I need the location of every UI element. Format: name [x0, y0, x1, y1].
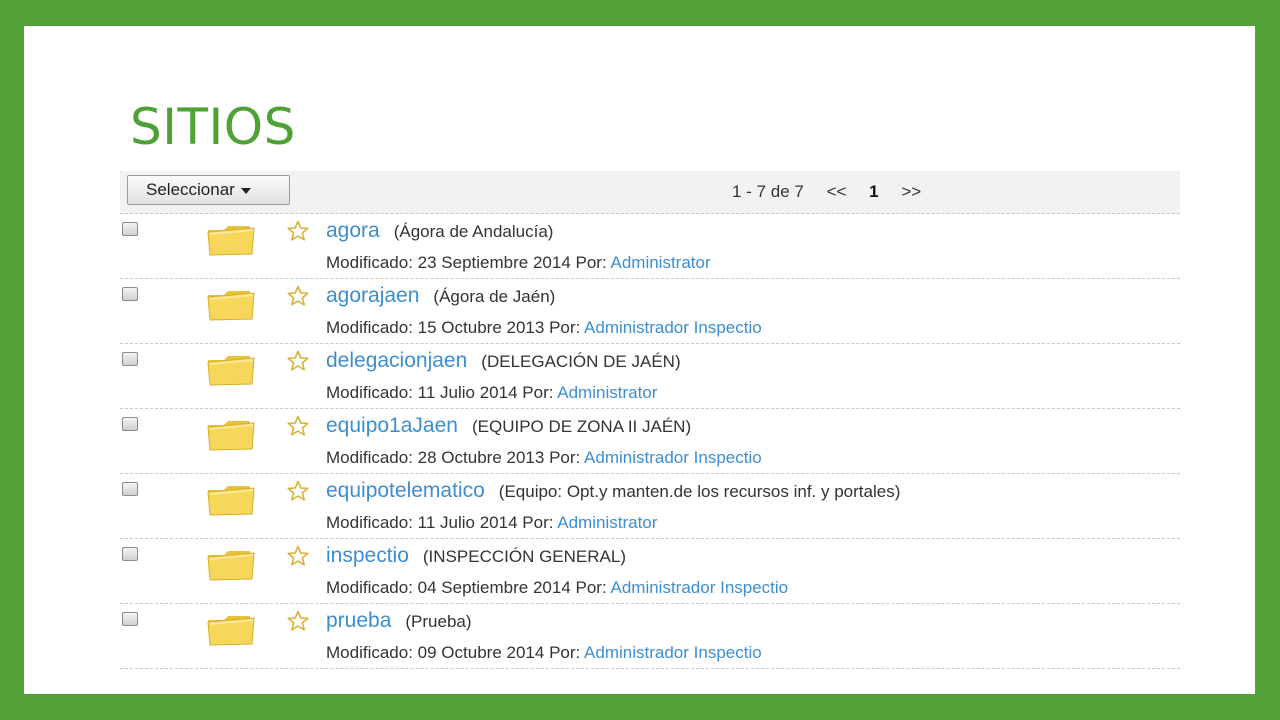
- row-checkbox[interactable]: [122, 417, 138, 431]
- site-meta-line: Modificado: 28 Octubre 2013 Por: Adminis…: [326, 447, 762, 469]
- page-title: SITIOS: [130, 98, 296, 156]
- author-link[interactable]: Administrator: [557, 383, 657, 402]
- row-checkbox[interactable]: [122, 547, 138, 561]
- modified-date: 11 Julio 2014: [417, 513, 518, 532]
- next-page-link[interactable]: >>: [901, 182, 921, 201]
- caret-down-icon: [240, 187, 251, 194]
- row-checkbox[interactable]: [122, 352, 138, 366]
- page-range: 1 - 7 de 7: [732, 182, 804, 201]
- site-name-link[interactable]: agora: [326, 219, 380, 242]
- modified-date: 23 Septiembre 2014: [417, 253, 571, 272]
- modified-label: Modificado:: [326, 578, 413, 597]
- modified-label: Modificado:: [326, 513, 413, 532]
- modified-label: Modificado:: [326, 448, 413, 467]
- site-title-line: equipotelematico (Equipo: Opt.y manten.de…: [326, 478, 900, 506]
- star-outline-icon[interactable]: [286, 284, 310, 308]
- site-description: (Prueba): [405, 612, 472, 631]
- modified-date: 15 Octubre 2013: [417, 318, 545, 337]
- author-link[interactable]: Administrador Inspectio: [584, 643, 762, 662]
- site-list: agora (Ágora de Andalucía) Modificado: 23 …: [120, 214, 1180, 669]
- modified-date: 04 Septiembre 2014: [417, 578, 571, 597]
- folder-icon: [206, 549, 256, 581]
- modified-label: Modificado:: [326, 383, 413, 402]
- star-outline-icon[interactable]: [286, 219, 310, 243]
- sites-panel: Seleccionar 1 - 7 de 7 << 1 >> agora (Ágo…: [120, 171, 1180, 671]
- site-name-link[interactable]: inspectio: [326, 544, 409, 567]
- folder-icon: [206, 419, 256, 451]
- site-description: (EQUIPO DE ZONA II JAÉN): [471, 417, 692, 436]
- site-name-link[interactable]: equipotelematico: [326, 479, 485, 502]
- modified-date: 11 Julio 2014: [417, 383, 518, 402]
- modified-label: Modificado:: [326, 253, 413, 272]
- site-row: inspectio (INSPECCIÓN GENERAL) Modificado:…: [120, 539, 1180, 604]
- toolbar: Seleccionar 1 - 7 de 7 << 1 >>: [120, 171, 1180, 214]
- star-outline-icon[interactable]: [286, 544, 310, 568]
- slide: SITIOS Seleccionar 1 - 7 de 7 << 1 >> ag…: [24, 26, 1255, 694]
- current-page: 1: [869, 182, 879, 201]
- folder-icon: [206, 224, 256, 256]
- site-meta-line: Modificado: 15 Octubre 2013 Por: Adminis…: [326, 317, 762, 339]
- author-link[interactable]: Administrador Inspectio: [584, 318, 762, 337]
- folder-icon: [206, 354, 256, 386]
- folder-icon: [206, 289, 256, 321]
- star-outline-icon[interactable]: [286, 349, 310, 373]
- site-description: (INSPECCIÓN GENERAL): [422, 547, 626, 566]
- author-label: Por:: [522, 383, 554, 402]
- site-title-line: agora (Ágora de Andalucía): [326, 218, 553, 246]
- author-label: Por:: [549, 448, 581, 467]
- site-row: agorajaen (Ágora de Jaén) Modificado: 15 O…: [120, 279, 1180, 344]
- select-button-label: Seleccionar: [146, 180, 235, 199]
- row-checkbox[interactable]: [122, 612, 138, 626]
- pagination: 1 - 7 de 7 << 1 >>: [732, 180, 939, 204]
- site-description: (Ágora de Andalucía): [393, 222, 554, 241]
- modified-label: Modificado:: [326, 318, 413, 337]
- row-checkbox[interactable]: [122, 222, 138, 236]
- site-meta-line: Modificado: 23 Septiembre 2014 Por: Admi…: [326, 252, 711, 274]
- star-outline-icon[interactable]: [286, 479, 310, 503]
- author-label: Por:: [549, 643, 581, 662]
- site-meta-line: Modificado: 04 Septiembre 2014 Por: Admi…: [326, 577, 788, 599]
- site-title-line: agorajaen (Ágora de Jaén): [326, 283, 555, 311]
- author-link[interactable]: Administrador Inspectio: [584, 448, 762, 467]
- site-title-line: delegacionjaen (DELEGACIÓN DE JAÉN): [326, 348, 681, 376]
- star-outline-icon[interactable]: [286, 414, 310, 438]
- author-link[interactable]: Administrator: [611, 253, 711, 272]
- modified-label: Modificado:: [326, 643, 413, 662]
- site-title-line: equipo1aJaen (EQUIPO DE ZONA II JAÉN): [326, 413, 691, 441]
- author-label: Por:: [522, 513, 554, 532]
- site-row: delegacionjaen (DELEGACIÓN DE JAÉN) Modifi…: [120, 344, 1180, 409]
- site-title-line: prueba (Prueba): [326, 608, 472, 636]
- row-checkbox[interactable]: [122, 482, 138, 496]
- star-outline-icon[interactable]: [286, 609, 310, 633]
- author-label: Por:: [575, 578, 607, 597]
- site-row: prueba (Prueba) Modificado: 09 Octubre 201…: [120, 604, 1180, 669]
- site-title-line: inspectio (INSPECCIÓN GENERAL): [326, 543, 626, 571]
- modified-date: 09 Octubre 2014: [417, 643, 545, 662]
- site-row: agora (Ágora de Andalucía) Modificado: 23 …: [120, 214, 1180, 279]
- site-meta-line: Modificado: 09 Octubre 2014 Por: Adminis…: [326, 642, 762, 664]
- folder-icon: [206, 484, 256, 516]
- site-description: (DELEGACIÓN DE JAÉN): [481, 352, 681, 371]
- author-label: Por:: [549, 318, 581, 337]
- site-description: (Equipo: Opt.y manten.de los recursos in…: [498, 482, 901, 501]
- modified-date: 28 Octubre 2013: [417, 448, 545, 467]
- select-button[interactable]: Seleccionar: [127, 175, 290, 205]
- site-row: equipo1aJaen (EQUIPO DE ZONA II JAÉN) Modi…: [120, 409, 1180, 474]
- folder-icon: [206, 614, 256, 646]
- site-name-link[interactable]: delegacionjaen: [326, 349, 467, 372]
- site-name-link[interactable]: agorajaen: [326, 284, 419, 307]
- author-link[interactable]: Administrador Inspectio: [611, 578, 789, 597]
- author-label: Por:: [575, 253, 607, 272]
- site-meta-line: Modificado: 11 Julio 2014 Por: Administr…: [326, 512, 657, 534]
- site-name-link[interactable]: prueba: [326, 609, 391, 632]
- site-row: equipotelematico (Equipo: Opt.y manten.de…: [120, 474, 1180, 539]
- author-link[interactable]: Administrator: [557, 513, 657, 532]
- site-name-link[interactable]: equipo1aJaen: [326, 414, 458, 437]
- prev-page-link[interactable]: <<: [827, 182, 847, 201]
- site-meta-line: Modificado: 11 Julio 2014 Por: Administr…: [326, 382, 657, 404]
- site-description: (Ágora de Jaén): [433, 287, 556, 306]
- row-checkbox[interactable]: [122, 287, 138, 301]
